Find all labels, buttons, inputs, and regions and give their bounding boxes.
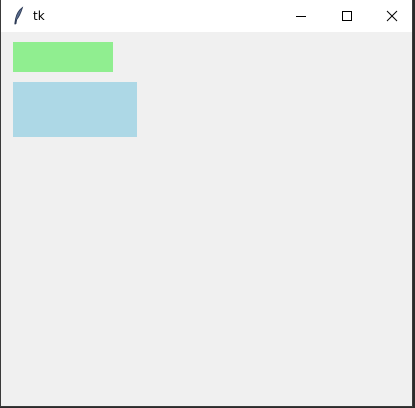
app-window: tk <box>0 0 413 407</box>
window-client-area <box>1 32 412 406</box>
minimize-button[interactable] <box>278 0 324 32</box>
window-title: tk <box>33 9 45 23</box>
minimize-icon <box>295 7 307 26</box>
close-icon <box>386 7 398 26</box>
close-button[interactable] <box>369 0 415 32</box>
title-bar[interactable]: tk <box>1 0 412 32</box>
feather-icon <box>10 6 28 26</box>
blue-frame <box>13 82 137 137</box>
maximize-button[interactable] <box>324 0 370 32</box>
maximize-icon <box>341 7 353 26</box>
green-frame <box>13 42 113 72</box>
